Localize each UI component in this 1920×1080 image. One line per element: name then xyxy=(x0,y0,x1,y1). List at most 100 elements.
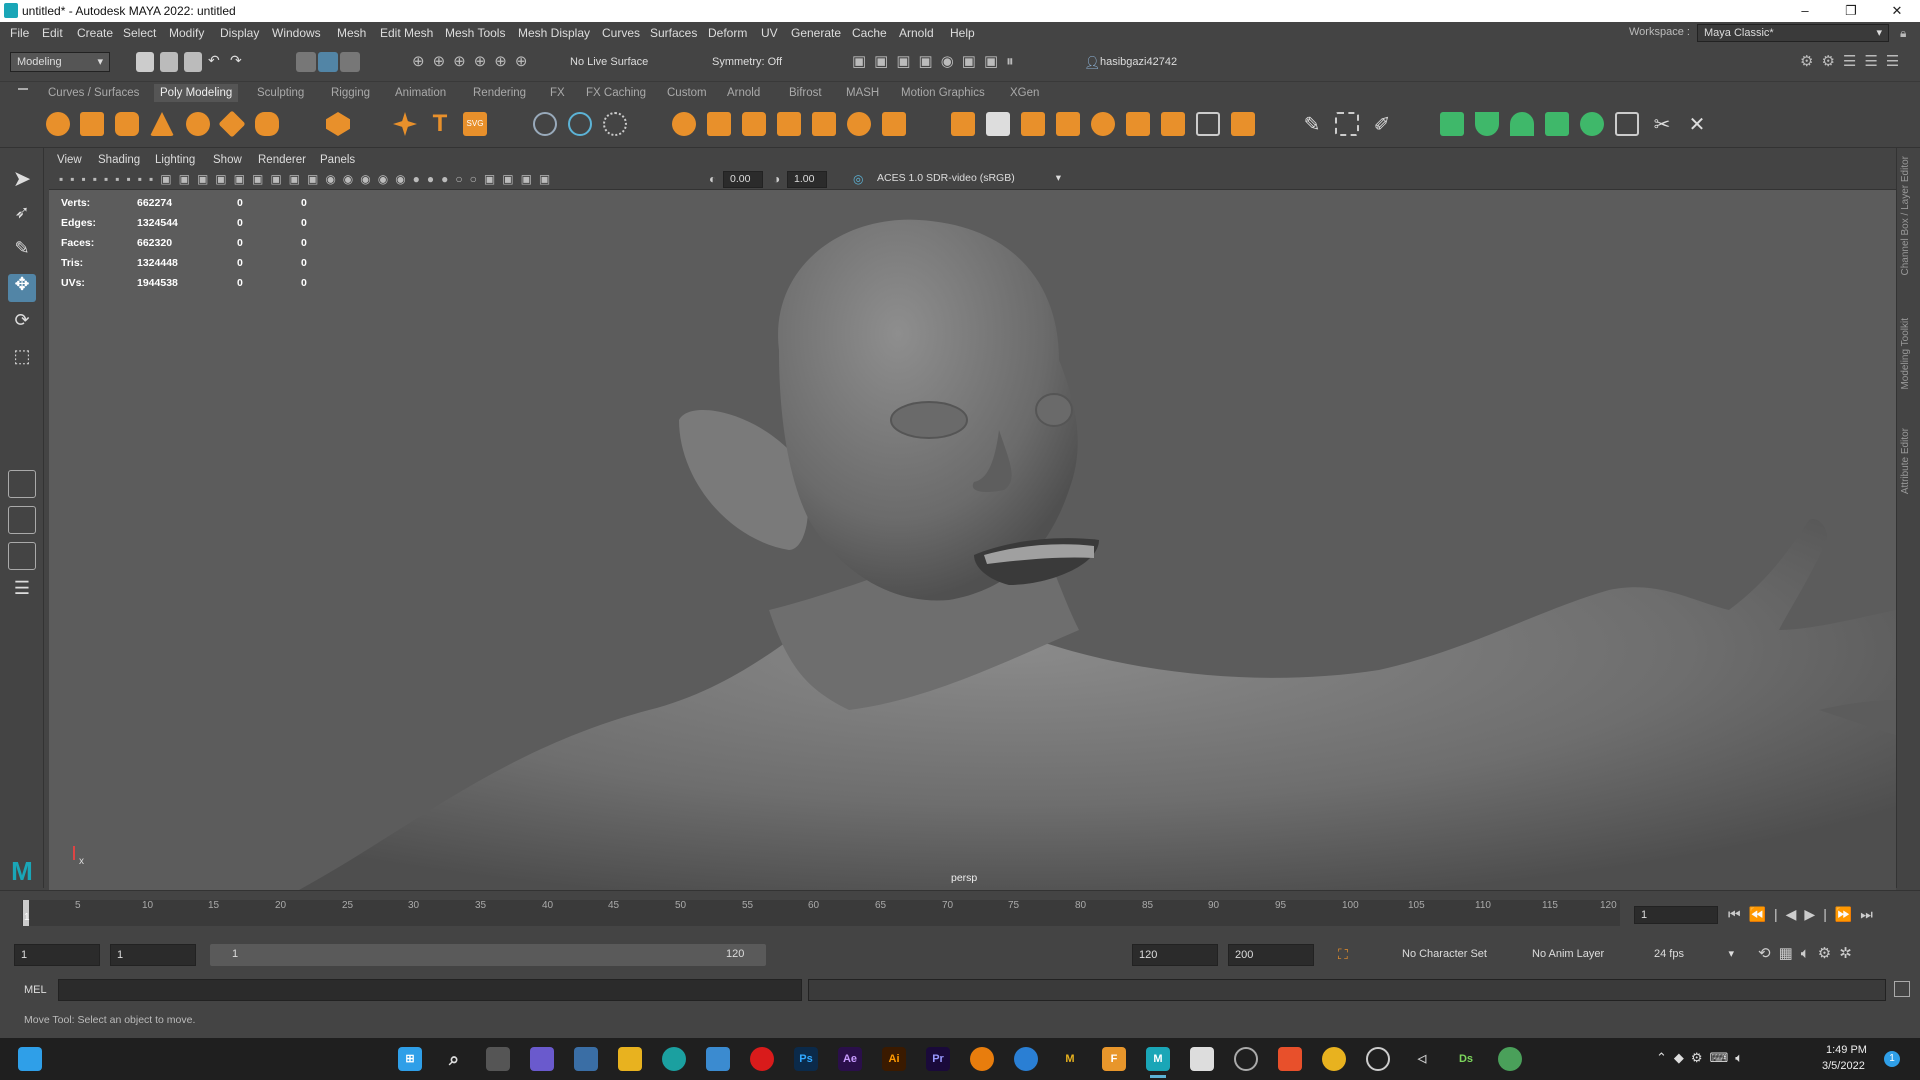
tab-animation[interactable]: Animation xyxy=(389,84,452,102)
panel-menu-renderer[interactable]: Renderer xyxy=(258,154,306,166)
menu-create[interactable]: Create xyxy=(77,26,113,40)
search-icon[interactable]: ⌕ xyxy=(442,1047,466,1071)
brave-icon[interactable] xyxy=(1278,1047,1302,1071)
close-button[interactable]: ✕ xyxy=(1874,0,1920,22)
range-slider-bar[interactable]: 1 120 xyxy=(210,944,766,966)
pivot-icon[interactable] xyxy=(603,112,627,136)
menu-mesh-tools[interactable]: Mesh Tools xyxy=(445,26,505,40)
smooth-icon[interactable] xyxy=(742,112,766,136)
outliner-icon[interactable]: ☰ xyxy=(8,578,36,606)
rotate-tool-icon[interactable]: ⟳ xyxy=(8,310,36,338)
menu-help[interactable]: Help xyxy=(950,26,975,40)
select-hierarchy-icon[interactable] xyxy=(296,52,316,72)
bridge-icon[interactable] xyxy=(812,112,836,136)
tab-modeling-toolkit[interactable]: Modeling Toolkit xyxy=(1900,318,1911,390)
separate-icon[interactable] xyxy=(707,112,731,136)
menu-windows[interactable]: Windows xyxy=(272,26,321,40)
extrude-icon[interactable] xyxy=(777,112,801,136)
select-object-icon[interactable] xyxy=(318,52,338,72)
menu-mesh[interactable]: Mesh xyxy=(337,26,366,40)
connect-icon[interactable] xyxy=(1231,112,1255,136)
panel-menu-shading[interactable]: Shading xyxy=(98,154,140,166)
slide-edge-icon[interactable]: ✐ xyxy=(1370,112,1394,136)
exposure-field[interactable]: 0.00 xyxy=(723,171,763,188)
tab-bifrost[interactable]: Bifrost xyxy=(783,84,828,102)
start-icon[interactable]: ⊞ xyxy=(398,1047,422,1071)
edge-loop-icon[interactable] xyxy=(1335,112,1359,136)
collapse-icon[interactable] xyxy=(1126,112,1150,136)
unreal-icon[interactable] xyxy=(1366,1047,1390,1071)
open-scene-icon[interactable] xyxy=(160,52,178,72)
menu-uv[interactable]: UV xyxy=(761,26,778,40)
poly-torus-icon[interactable] xyxy=(186,112,210,136)
lock-icon[interactable]: 🔒︎ xyxy=(1900,26,1906,41)
system-tray-icons[interactable]: ⌃◆⚙⌨🔈︎ xyxy=(1656,1050,1796,1068)
after-effects-icon[interactable]: Ae xyxy=(838,1047,862,1071)
viewport-persp[interactable]: Verts: 662274 0 0 Edges: 1324544 0 0 Fac… xyxy=(49,190,1896,890)
menu-edit[interactable]: Edit xyxy=(42,26,63,40)
time-slider-ruler[interactable]: 1 5 10 15 20 25 30 35 40 45 50 55 60 65 … xyxy=(22,900,1620,926)
workspace-dropdown[interactable]: Maya Classic* ▾ xyxy=(1697,24,1889,42)
anim-layer-dropdown[interactable]: No Anim Layer xyxy=(1532,948,1604,960)
character-set-dropdown[interactable]: No Character Set xyxy=(1402,948,1487,960)
chrome-icon[interactable] xyxy=(1322,1047,1346,1071)
panel-menu-lighting[interactable]: Lighting xyxy=(155,154,195,166)
persp-outliner-icon[interactable] xyxy=(8,542,36,570)
menu-select[interactable]: Select xyxy=(123,26,156,40)
tab-attribute-editor[interactable]: Attribute Editor xyxy=(1900,428,1911,494)
undo-icon[interactable]: ↶ xyxy=(208,52,226,72)
color-management-icon[interactable]: ◎ xyxy=(853,172,863,186)
fill-hole-icon[interactable] xyxy=(1196,112,1220,136)
menu-arnold[interactable]: Arnold xyxy=(899,26,934,40)
menu-modify[interactable]: Modify xyxy=(169,26,204,40)
merge-icon[interactable] xyxy=(1161,112,1185,136)
bevel-icon[interactable] xyxy=(847,112,871,136)
tab-rigging[interactable]: Rigging xyxy=(325,84,376,102)
uv-editor-icon[interactable] xyxy=(1615,112,1639,136)
render-icons[interactable]: ▣▣▣▣◉▣▣⏸ xyxy=(852,52,1022,72)
script-editor-icon[interactable] xyxy=(1894,981,1910,997)
snap-icons[interactable]: ⊕⊕⊕⊕⊕⊕ xyxy=(412,52,562,72)
four-view-icon[interactable] xyxy=(8,506,36,534)
tab-arnold[interactable]: Arnold xyxy=(721,84,766,102)
uv-auto-icon[interactable] xyxy=(1545,112,1569,136)
sculpt-icon[interactable] xyxy=(533,112,557,136)
maya-taskbar-icon[interactable]: M xyxy=(1146,1047,1170,1071)
platonic-solid-icon[interactable] xyxy=(326,112,350,136)
single-view-icon[interactable] xyxy=(8,470,36,498)
paint-select-icon[interactable]: ✎ xyxy=(8,238,36,266)
edge-icon[interactable] xyxy=(662,1047,686,1071)
uv-cylindrical-icon[interactable] xyxy=(1475,112,1499,136)
task-view-icon[interactable] xyxy=(486,1047,510,1071)
menu-deform[interactable]: Deform xyxy=(708,26,747,40)
poly-cylinder-icon[interactable] xyxy=(115,112,139,136)
multicut-icon[interactable]: ✎ xyxy=(1300,112,1324,136)
svg-icon[interactable]: SVG xyxy=(463,112,487,136)
uv-unfold-icon[interactable] xyxy=(1580,112,1604,136)
fps-dropdown[interactable]: 24 fps ▾ xyxy=(1648,944,1740,966)
mel-label[interactable]: MEL xyxy=(24,984,47,996)
teams-icon[interactable] xyxy=(530,1047,554,1071)
super-shape-icon[interactable] xyxy=(393,112,417,136)
scale-tool-icon[interactable]: ⬚ xyxy=(8,346,36,374)
type-icon[interactable]: T xyxy=(428,112,452,136)
zbrush-icon[interactable] xyxy=(1190,1047,1214,1071)
uv-cut-icon[interactable]: ✂ xyxy=(1650,112,1674,136)
poly-plane-icon[interactable] xyxy=(218,110,246,138)
menu-edit-mesh[interactable]: Edit Mesh xyxy=(380,26,433,40)
menu-generate[interactable]: Generate xyxy=(791,26,841,40)
ds-app-icon[interactable]: Ds xyxy=(1454,1047,1478,1071)
user-account-dropdown[interactable]: hasibgazi42742 xyxy=(1100,56,1177,68)
range-end-field[interactable]: 200 xyxy=(1228,944,1314,966)
move-tool-icon[interactable]: ✥ xyxy=(8,274,36,302)
combine-icon[interactable] xyxy=(672,112,696,136)
panel-toggle-icons[interactable]: ⚙⚙☰☰☰ xyxy=(1800,52,1910,72)
panel-tool-icons[interactable]: ▪▪▪▪▪▪▪▪▪▣▣▣▣▣▣▣▣▣◉◉◉◉◉●●●○○▣▣▣▣ xyxy=(59,172,699,188)
save-scene-icon[interactable] xyxy=(184,52,202,72)
select-tool-icon[interactable]: ➤ xyxy=(8,166,36,194)
opera-icon[interactable] xyxy=(750,1047,774,1071)
wedge-icon[interactable] xyxy=(1021,112,1045,136)
tab-rendering[interactable]: Rendering xyxy=(467,84,532,102)
redo-icon[interactable]: ↷ xyxy=(230,52,248,72)
poly-cube-icon[interactable] xyxy=(80,112,104,136)
